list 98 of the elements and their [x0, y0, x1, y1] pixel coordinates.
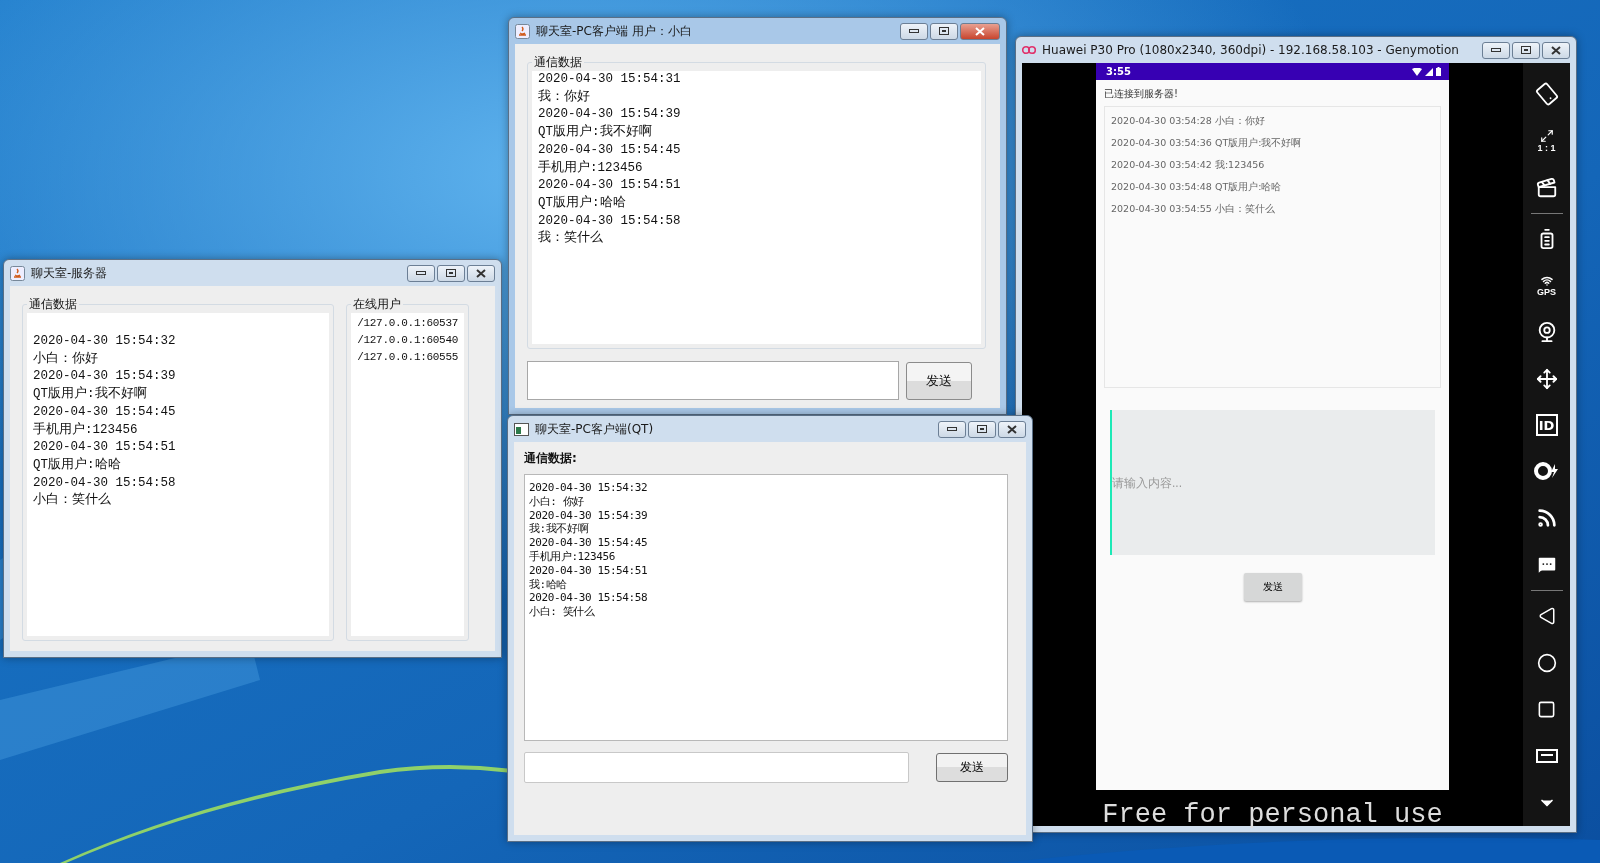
log-line: 我:哈哈	[529, 577, 569, 592]
expand-icon	[1539, 128, 1554, 143]
send-button[interactable]: 发送	[936, 753, 1008, 782]
log-line: 手机用户:123456	[538, 159, 644, 177]
group-label: 在线用户	[352, 296, 403, 313]
log-line: 2020-04-30 15:54:51	[538, 177, 682, 195]
message-line: 2020-04-30 03:54:42 我:123456	[1111, 158, 1266, 172]
license-notice: Free for personal use	[1102, 800, 1443, 830]
log-line: 2020-04-30 15:54:39	[538, 106, 682, 124]
log-line: 2020-04-30 15:54:45	[33, 403, 177, 421]
maximize-button[interactable]	[437, 264, 465, 282]
window-title: 聊天室-服务器	[31, 264, 109, 282]
id-button[interactable]: ID	[1535, 414, 1558, 437]
message-line: 2020-04-30 03:54:36 QT版用户:我不好啊	[1111, 136, 1303, 150]
message-line: 2020-04-30 03:54:55 小白：笑什么	[1111, 202, 1276, 216]
log-line: QT版用户:我不好啊	[33, 386, 148, 404]
message-input[interactable]: 请输入内容...	[1110, 410, 1435, 555]
clapperboard-icon	[1535, 176, 1558, 199]
maximize-icon	[939, 27, 949, 35]
log-line: 我：笑什么	[538, 230, 604, 248]
close-button[interactable]	[467, 264, 495, 282]
wifi-icon	[1412, 67, 1422, 76]
window-title: 聊天室-PC客户端(QT)	[535, 420, 655, 438]
status-clock: 3:55	[1106, 66, 1132, 77]
send-button[interactable]: 发送	[1243, 573, 1302, 601]
group-label: 通信数据	[28, 296, 78, 313]
log-line: 2020-04-30 15:54:39	[33, 368, 177, 386]
log-line: 2020-04-30 15:54:58	[33, 474, 177, 492]
user-address[interactable]: /127.0.0.1:60555	[357, 349, 458, 366]
maximize-icon	[446, 269, 456, 277]
maximize-button[interactable]	[968, 420, 996, 438]
close-button[interactable]	[998, 420, 1026, 438]
log-line: 2020-04-30 15:54:32	[33, 333, 177, 350]
minimize-button[interactable]	[407, 264, 435, 282]
message-line: 2020-04-30 03:54:48 QT版用户:哈哈	[1111, 180, 1283, 194]
log-line: 小白: 你好	[529, 494, 585, 509]
log-label: 通信数据:	[524, 450, 578, 467]
app-icon	[514, 422, 529, 436]
maximize-icon	[1521, 46, 1531, 54]
log-line: 小白：笑什么	[33, 492, 112, 510]
battery-icon	[1436, 67, 1441, 76]
gps-button[interactable]: GPS	[1526, 262, 1567, 310]
group-label: 通信数据	[533, 54, 583, 71]
app-icon	[1022, 45, 1036, 55]
log-line: 我：你好	[538, 88, 591, 106]
minimize-button[interactable]	[1482, 41, 1510, 59]
log-line: 2020-04-30 15:54:45	[538, 141, 682, 159]
message-input[interactable]	[524, 752, 909, 783]
disk-flash-icon	[1533, 461, 1560, 482]
log-line: 2020-04-30 15:54:39	[529, 508, 649, 523]
close-icon	[975, 26, 985, 36]
log-line: QT版用户:哈哈	[33, 456, 122, 474]
message-line: 2020-04-30 03:54:28 小白：你好	[1111, 114, 1266, 128]
maximize-button[interactable]	[1512, 41, 1540, 59]
log-line: 小白: 笑什么	[529, 605, 596, 619]
menu-icon	[1535, 749, 1558, 764]
log-line: 2020-04-30 15:54:58	[529, 591, 649, 606]
close-icon	[476, 268, 486, 278]
minimize-icon	[947, 427, 957, 431]
signal-icon	[1425, 67, 1433, 76]
minimize-icon	[416, 271, 426, 275]
maximize-icon	[977, 425, 987, 433]
log-line: 我:我不好啊	[529, 522, 590, 537]
close-icon	[1551, 45, 1561, 55]
log-line: 手机用户:123456	[529, 550, 616, 564]
window-title: Huawei P30 Pro (1080x2340, 360dpi) - 192.168.58.103 - Genymotion	[1042, 43, 1460, 57]
wifi-icon	[1540, 274, 1553, 287]
user-address[interactable]: /127.0.0.1:60537	[357, 315, 458, 332]
minimize-icon	[909, 29, 919, 33]
close-icon	[1007, 424, 1017, 434]
log-line: 2020-04-30 15:54:58	[538, 212, 682, 230]
log-line: 2020-04-30 15:54:51	[33, 439, 177, 457]
recent-apps-icon	[1537, 699, 1556, 719]
rss-icon	[1535, 507, 1558, 529]
log-line: 小白：你好	[33, 350, 99, 368]
log-line: 2020-04-30 15:54:32	[529, 481, 649, 495]
log-line: 2020-04-30 15:54:51	[529, 563, 649, 578]
log-line: QT版用户:我不好啊	[538, 124, 653, 142]
app-icon	[10, 265, 25, 281]
minimize-button[interactable]	[938, 420, 966, 438]
window-title: 聊天室-PC客户端 用户：小白	[536, 22, 693, 40]
user-address[interactable]: /127.0.0.1:60540	[357, 332, 458, 349]
log-line: 2020-04-30 15:54:31	[538, 71, 682, 88]
move-icon	[1535, 367, 1558, 390]
maximize-button[interactable]	[930, 22, 958, 40]
close-button[interactable]	[1542, 41, 1570, 59]
back-icon	[1537, 607, 1556, 626]
log-line: QT版用户:哈哈	[538, 194, 627, 212]
scale-button[interactable]: 1 : 1	[1526, 117, 1567, 165]
send-button[interactable]: 发送	[906, 361, 972, 400]
message-input[interactable]	[527, 361, 899, 400]
log-line: 2020-04-30 15:54:45	[529, 536, 649, 550]
minimize-icon	[1491, 48, 1501, 52]
home-icon	[1536, 652, 1557, 673]
app-icon	[515, 23, 530, 39]
log-line: 手机用户:123456	[33, 421, 139, 439]
connection-status: 已连接到服务器!	[1104, 87, 1179, 101]
minimize-button[interactable]	[900, 22, 928, 40]
